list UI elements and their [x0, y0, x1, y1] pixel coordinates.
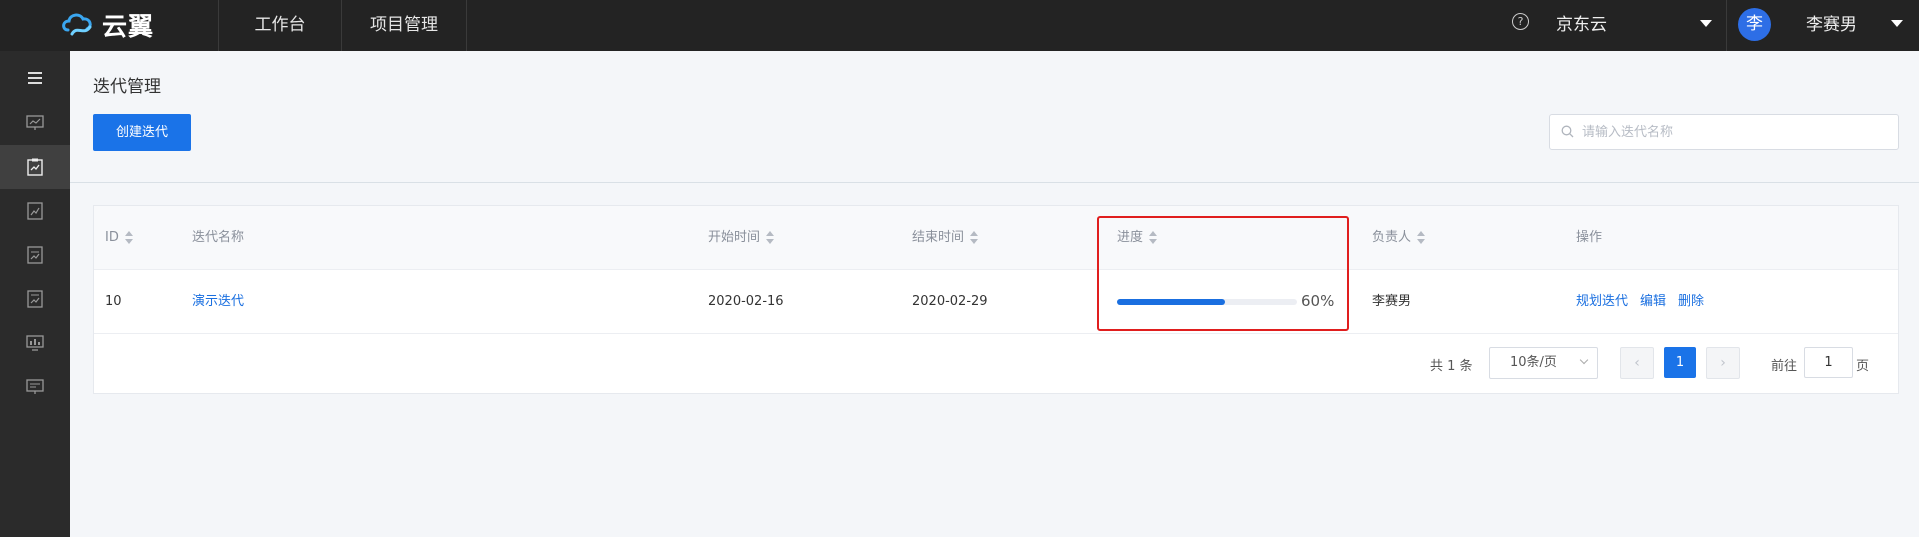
logo[interactable]: 云翼 [60, 8, 154, 42]
region-select[interactable]: 京东云 [1556, 0, 1607, 51]
create-iteration-button[interactable]: 创建迭代 [93, 114, 191, 151]
column-label: ID [105, 230, 119, 245]
column-label: 开始时间 [708, 230, 761, 245]
sidebar-item-dashboard[interactable] [0, 101, 70, 145]
goto-page-input[interactable]: 1 [1804, 347, 1853, 378]
progress-highlight-box [1097, 216, 1349, 331]
file-icon [27, 290, 43, 308]
sidebar-item-report[interactable] [0, 189, 70, 233]
sidebar-item-file[interactable] [0, 277, 70, 321]
sidebar-item-document[interactable] [0, 233, 70, 277]
goto-suffix: 页 [1856, 359, 1870, 374]
cloud-logo-icon [62, 13, 92, 36]
iteration-name-link[interactable]: 演示迭代 [192, 270, 244, 333]
sidebar [0, 51, 70, 537]
sidebar-item-screen[interactable] [0, 365, 70, 409]
chevron-down-icon [1579, 355, 1589, 365]
top-bar: 云翼 工作台 项目管理 ? 京东云 李 李赛男 [0, 0, 1919, 51]
search-input[interactable] [1582, 115, 1882, 149]
search-icon [1561, 125, 1574, 138]
page-title: 迭代管理 [93, 77, 161, 97]
prev-page-button[interactable]: ‹ [1620, 347, 1654, 379]
sidebar-menu-toggle[interactable] [0, 56, 70, 100]
cell-owner: 李赛男 [1372, 294, 1412, 309]
edit-link[interactable]: 编辑 [1640, 294, 1666, 309]
avatar[interactable]: 李 [1738, 8, 1771, 41]
page-size-select[interactable]: 10条/页 [1489, 347, 1598, 379]
sort-icon[interactable] [970, 230, 979, 245]
column-header-id[interactable]: ID [105, 206, 133, 269]
column-header-actions: 操作 [1576, 206, 1602, 269]
column-header-name: 迭代名称 [192, 206, 244, 269]
column-label: 结束时间 [912, 230, 965, 245]
sort-icon[interactable] [124, 230, 133, 245]
user-caret-icon[interactable] [1891, 20, 1903, 27]
document-icon [27, 246, 43, 264]
column-label: 迭代名称 [192, 230, 245, 245]
sort-icon[interactable] [1417, 230, 1426, 245]
nav-workbench[interactable]: 工作台 [218, 0, 341, 51]
page-size-value: 10条/页 [1510, 355, 1557, 370]
column-label: 负责人 [1372, 230, 1412, 245]
monitor-icon [26, 335, 44, 351]
search-box[interactable] [1549, 114, 1899, 150]
user-name[interactable]: 李赛男 [1806, 0, 1857, 51]
region-caret-icon[interactable] [1700, 20, 1712, 27]
table-header: ID 迭代名称 开始时间 结束时间 进度 负责人 操作 [94, 206, 1898, 270]
column-label: 操作 [1576, 230, 1603, 245]
plan-iteration-link[interactable]: 规划迭代 [1576, 294, 1628, 309]
cell-end-date: 2020-02-29 [912, 294, 988, 309]
goto-label: 前往 [1771, 359, 1798, 374]
logo-text: 云翼 [102, 12, 155, 41]
iteration-icon [27, 158, 43, 176]
delete-link[interactable]: 删除 [1678, 294, 1704, 309]
menu-icon [28, 72, 42, 84]
column-header-owner[interactable]: 负责人 [1372, 206, 1426, 269]
column-header-start[interactable]: 开始时间 [708, 206, 775, 269]
nav-project-management[interactable]: 项目管理 [341, 0, 467, 51]
dashboard-icon [26, 115, 44, 130]
screen-icon [26, 379, 44, 394]
table-row: 10 演示迭代 2020-02-16 2020-02-29 60% 李赛男 规划… [94, 270, 1898, 334]
next-page-button[interactable]: › [1706, 347, 1740, 379]
cell-actions: 规划迭代 编辑 删除 [1576, 270, 1716, 333]
sidebar-item-iteration[interactable] [0, 145, 70, 189]
column-header-end[interactable]: 结束时间 [912, 206, 979, 269]
report-icon [27, 202, 43, 220]
cell-id: 10 [105, 294, 122, 309]
header-separator [70, 182, 1919, 183]
sort-icon[interactable] [766, 230, 775, 245]
cell-start-date: 2020-02-16 [708, 294, 784, 309]
help-icon[interactable]: ? [1512, 13, 1529, 30]
page-number-current[interactable]: 1 [1664, 347, 1696, 378]
sidebar-item-monitor[interactable] [0, 321, 70, 365]
header-divider [1726, 0, 1727, 51]
pagination-total: 共 1 条 [1430, 359, 1473, 374]
